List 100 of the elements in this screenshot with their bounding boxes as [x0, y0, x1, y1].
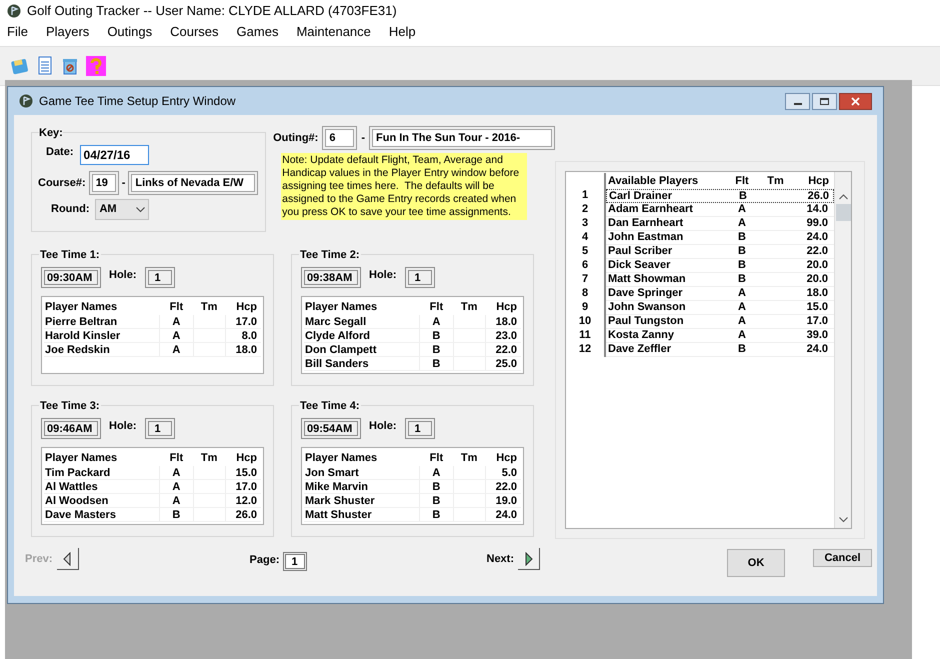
hole-field[interactable]: 1: [404, 267, 434, 288]
table-cell-text: B: [431, 508, 442, 521]
table-cell: Tim Packard: [44, 466, 160, 479]
player-row[interactable]: 10 Paul Tungston A 17.0: [566, 315, 834, 329]
table-cell-text: 23.0: [494, 329, 518, 342]
table-cell-text: 20.0: [806, 259, 829, 272]
left-triangle-icon: [63, 552, 72, 566]
menu-item[interactable]: Maintenance: [296, 22, 371, 42]
column-header: Player Names: [44, 300, 118, 315]
chevron-down-icon[interactable]: [838, 517, 848, 523]
time-field[interactable]: 09:30AM: [41, 267, 101, 288]
player-row[interactable]: 12 Dave Zeffler B 24.0: [566, 343, 834, 357]
outing-name-field[interactable]: Fun In The Sun Tour - 2016-: [369, 126, 555, 150]
row-number: 7: [566, 273, 606, 287]
menu-item[interactable]: Courses: [170, 22, 219, 42]
table-cell-text: 18.0: [494, 315, 518, 328]
cancel-button[interactable]: Cancel: [813, 549, 872, 567]
row-number: 1: [566, 189, 606, 203]
round-dropdown[interactable]: AM: [95, 199, 150, 220]
table-cell-text: 24.0: [806, 231, 829, 244]
table-cell: Mike Marvin: [304, 480, 420, 493]
time-field[interactable]: 09:54AM: [301, 418, 361, 439]
chevron-up-icon[interactable]: [838, 194, 848, 200]
document-icon[interactable]: [36, 56, 54, 76]
player-row[interactable]: 2 Adam Earnheart A 14.0: [566, 203, 834, 217]
menu-item[interactable]: Outings: [107, 22, 152, 42]
table-cell-text: 99.0: [806, 217, 829, 230]
row-number: 9: [566, 301, 606, 315]
table-cell-text: 15.0: [234, 466, 258, 479]
table-cell-text: A: [431, 315, 442, 328]
scrollbar-thumb[interactable]: [836, 204, 850, 221]
separator-text: -: [122, 176, 126, 191]
time-field[interactable]: 09:38AM: [301, 267, 361, 288]
table-cell-text: B: [431, 343, 442, 356]
course-name-field[interactable]: Links of Nevada E/W: [128, 171, 258, 195]
table-cell-text: A: [737, 315, 747, 328]
hole-field[interactable]: 1: [144, 418, 174, 439]
hole-field[interactable]: 1: [404, 418, 434, 439]
time-field[interactable]: 09:46AM: [41, 418, 101, 439]
scrollbar[interactable]: [834, 172, 851, 528]
date-field[interactable]: 04/27/16: [80, 145, 149, 165]
minimize-button[interactable]: [785, 92, 810, 110]
ok-button[interactable]: OK: [727, 549, 786, 577]
field-label: Hole:: [109, 419, 136, 434]
menu-item[interactable]: File: [7, 22, 28, 42]
page-field[interactable]: 1: [282, 552, 306, 570]
table-cell-text: Matt Showman: [607, 273, 687, 286]
table-cell-text: A: [171, 329, 182, 342]
column-header: Tm: [200, 450, 218, 466]
separator-text: -: [361, 130, 365, 146]
field-label: Hole:: [369, 419, 396, 434]
table-cell: Marc Segall: [304, 315, 420, 328]
table-cell-text: 39.0: [806, 329, 829, 342]
table-cell-text: 5.0: [500, 466, 518, 479]
menu-item[interactable]: Help: [388, 22, 416, 42]
note-text: Note: Update default Flight, Team, Average and Handicap values in the Player Entry window before assigning tee times here. The defaults will be assigned to the Game Entry records created when you press OK to save your tee time assignments.: [281, 153, 528, 220]
table-cell-text: A: [737, 217, 747, 230]
table-cell-text: 12.0: [234, 494, 258, 507]
trash-icon[interactable]: [60, 56, 80, 76]
next-label: Next:: [486, 552, 514, 567]
field-label: Round:: [51, 202, 90, 218]
maximize-button[interactable]: [812, 92, 837, 110]
column-header: Hcp: [807, 174, 830, 189]
table-cell-text: 22.0: [494, 480, 518, 493]
field-label: Hole:: [369, 268, 396, 284]
player-row[interactable]: 11 Kosta Zanny A 39.0: [566, 329, 834, 343]
player-row[interactable]: 6 Dick Seaver B 20.0: [566, 259, 834, 273]
table-cell-text: B: [737, 259, 747, 272]
table-cell: Bill Sanders: [304, 357, 420, 370]
column-header: Tm: [460, 450, 478, 466]
player-row[interactable]: 3 Dan Earnheart A 99.0: [566, 217, 834, 231]
outing-number-field[interactable]: 6: [322, 126, 358, 150]
column-header: Player Names: [304, 300, 378, 315]
table-cell-text: Carl Drainer: [608, 190, 673, 202]
player-row[interactable]: 8 Dave Springer A 18.0: [566, 287, 834, 301]
table-cell: Don Clampett: [304, 343, 420, 356]
column-header: Flt: [428, 300, 444, 315]
table-cell-text: A: [171, 480, 182, 493]
table-cell-text: John Swanson: [607, 301, 687, 314]
column-header: Player Names: [44, 450, 118, 466]
hole-field[interactable]: 1: [144, 267, 174, 288]
column-header: Tm: [200, 300, 218, 315]
course-number-field[interactable]: 19: [88, 171, 119, 195]
row-number: 4: [566, 231, 606, 245]
column-header: Flt: [428, 450, 444, 466]
table-cell-text: A: [737, 329, 747, 342]
player-row[interactable]: 4 John Eastman B 24.0: [566, 231, 834, 245]
table-cell-text: A: [737, 203, 747, 216]
close-button[interactable]: [839, 92, 872, 110]
column-header: Hcp: [495, 300, 518, 315]
table-cell-text: 26.0: [806, 190, 830, 202]
row-number: 6: [566, 259, 606, 273]
table-cell-text: 19.0: [494, 494, 518, 507]
player-row[interactable]: 5 Paul Scriber B 22.0: [566, 245, 834, 259]
table-cell-text: 17.0: [234, 480, 258, 493]
table-cell-text: 22.0: [806, 245, 829, 258]
menu-item[interactable]: Players: [46, 22, 90, 42]
player-row[interactable]: 7 Matt Showman B 20.0: [566, 273, 834, 287]
player-row[interactable]: 9 John Swanson A 15.0: [566, 301, 834, 315]
menu-item[interactable]: Games: [236, 22, 278, 42]
